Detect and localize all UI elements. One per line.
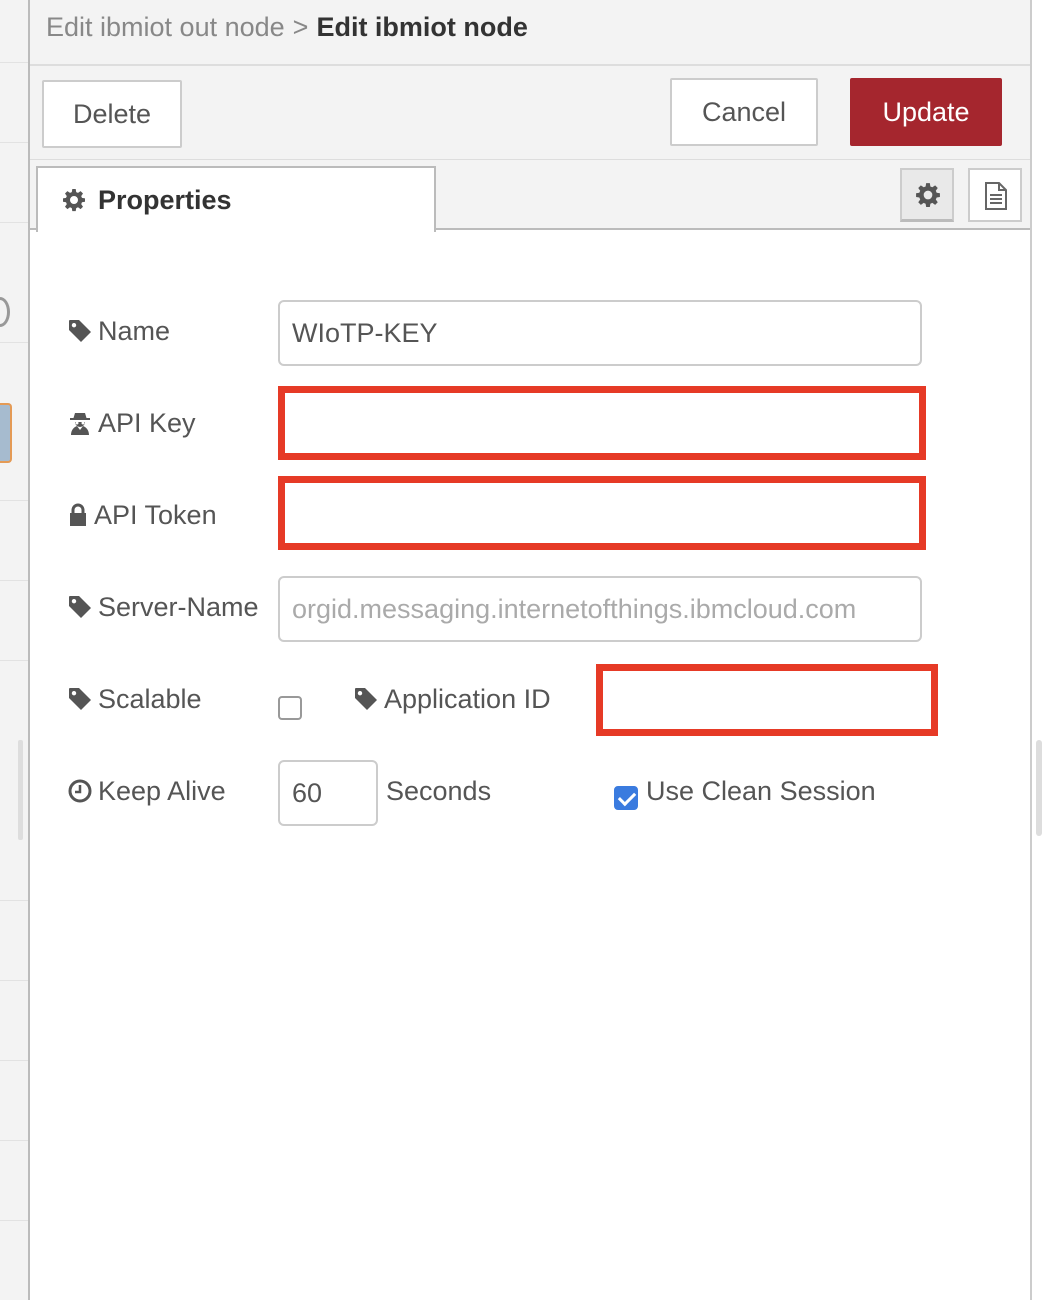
tab-info[interactable] (968, 168, 1022, 222)
tray-resize-handle[interactable] (1036, 740, 1042, 836)
tray-header: Edit ibmiot out node > Edit ibmiot node De… (30, 0, 1030, 160)
grid-line (0, 342, 28, 343)
server-name-input[interactable] (278, 576, 922, 642)
name-label-text: Name (98, 316, 171, 346)
keep-alive-label-text: Keep Alive (98, 776, 226, 806)
grid-line (0, 222, 28, 223)
keep-alive-label: Keep Alive (68, 776, 226, 807)
delete-button[interactable]: Delete (42, 80, 182, 148)
scalable-label-text: Scalable (98, 684, 202, 714)
application-id-label: Application ID (354, 684, 551, 715)
flow-node-partial[interactable] (0, 403, 12, 463)
api-key-label-text: API Key (98, 408, 196, 438)
server-name-label-text: Server-Name (98, 592, 259, 622)
breadcrumb-current: Edit ibmiot node (316, 12, 528, 42)
clock-icon (68, 779, 92, 803)
node-port[interactable] (0, 297, 10, 327)
edit-tray: Edit ibmiot out node > Edit ibmiot node De… (30, 0, 1032, 1300)
document-icon (985, 182, 1007, 210)
grid-line (0, 1220, 28, 1221)
grid-line (0, 142, 28, 143)
api-token-label-text: API Token (94, 500, 217, 530)
grid-line (0, 1140, 28, 1141)
keep-alive-unit: Seconds (386, 776, 492, 806)
application-id-label-text: Application ID (384, 684, 551, 714)
flow-workspace-edge (0, 0, 30, 1300)
grid-line (0, 900, 28, 901)
tab-properties[interactable]: Properties (36, 166, 436, 232)
tag-icon (69, 320, 91, 342)
grid-line (0, 580, 28, 581)
grid-line (0, 980, 28, 981)
scalable-label: Scalable (68, 684, 202, 715)
api-key-input[interactable] (278, 386, 926, 460)
user-secret-icon (70, 413, 90, 435)
lock-icon (70, 503, 86, 526)
cancel-button[interactable]: Cancel (670, 78, 818, 146)
grid-line (0, 500, 28, 501)
header-divider (30, 64, 1030, 66)
update-button[interactable]: Update (850, 78, 1002, 146)
breadcrumb-parent[interactable]: Edit ibmiot out node (46, 12, 285, 42)
tag-icon (355, 688, 377, 710)
api-key-label: API Key (68, 408, 196, 439)
scalable-checkbox[interactable] (278, 696, 302, 720)
clean-session-checkbox[interactable] (614, 786, 638, 810)
server-name-label: Server-Name (68, 592, 259, 623)
tab-properties-label: Properties (98, 185, 232, 215)
tab-settings[interactable] (900, 168, 954, 222)
tag-icon (69, 688, 91, 710)
breadcrumb: Edit ibmiot out node > Edit ibmiot node (46, 12, 528, 43)
api-token-label: API Token (68, 500, 217, 531)
tab-bar: Properties (30, 160, 1030, 232)
grid-line (0, 1060, 28, 1061)
gear-icon (916, 183, 940, 208)
grid-line (0, 660, 28, 661)
keep-alive-input[interactable] (278, 760, 378, 826)
clean-session-label: Use Clean Session (646, 776, 876, 806)
gear-icon (63, 189, 85, 212)
grid-line (0, 62, 28, 63)
name-input[interactable] (278, 300, 922, 366)
application-id-input[interactable] (596, 664, 938, 736)
workspace-splitter-handle[interactable] (18, 740, 23, 840)
name-label: Name (68, 316, 170, 347)
breadcrumb-separator: > (292, 12, 309, 42)
tag-icon (69, 596, 91, 618)
api-token-input[interactable] (278, 476, 926, 550)
